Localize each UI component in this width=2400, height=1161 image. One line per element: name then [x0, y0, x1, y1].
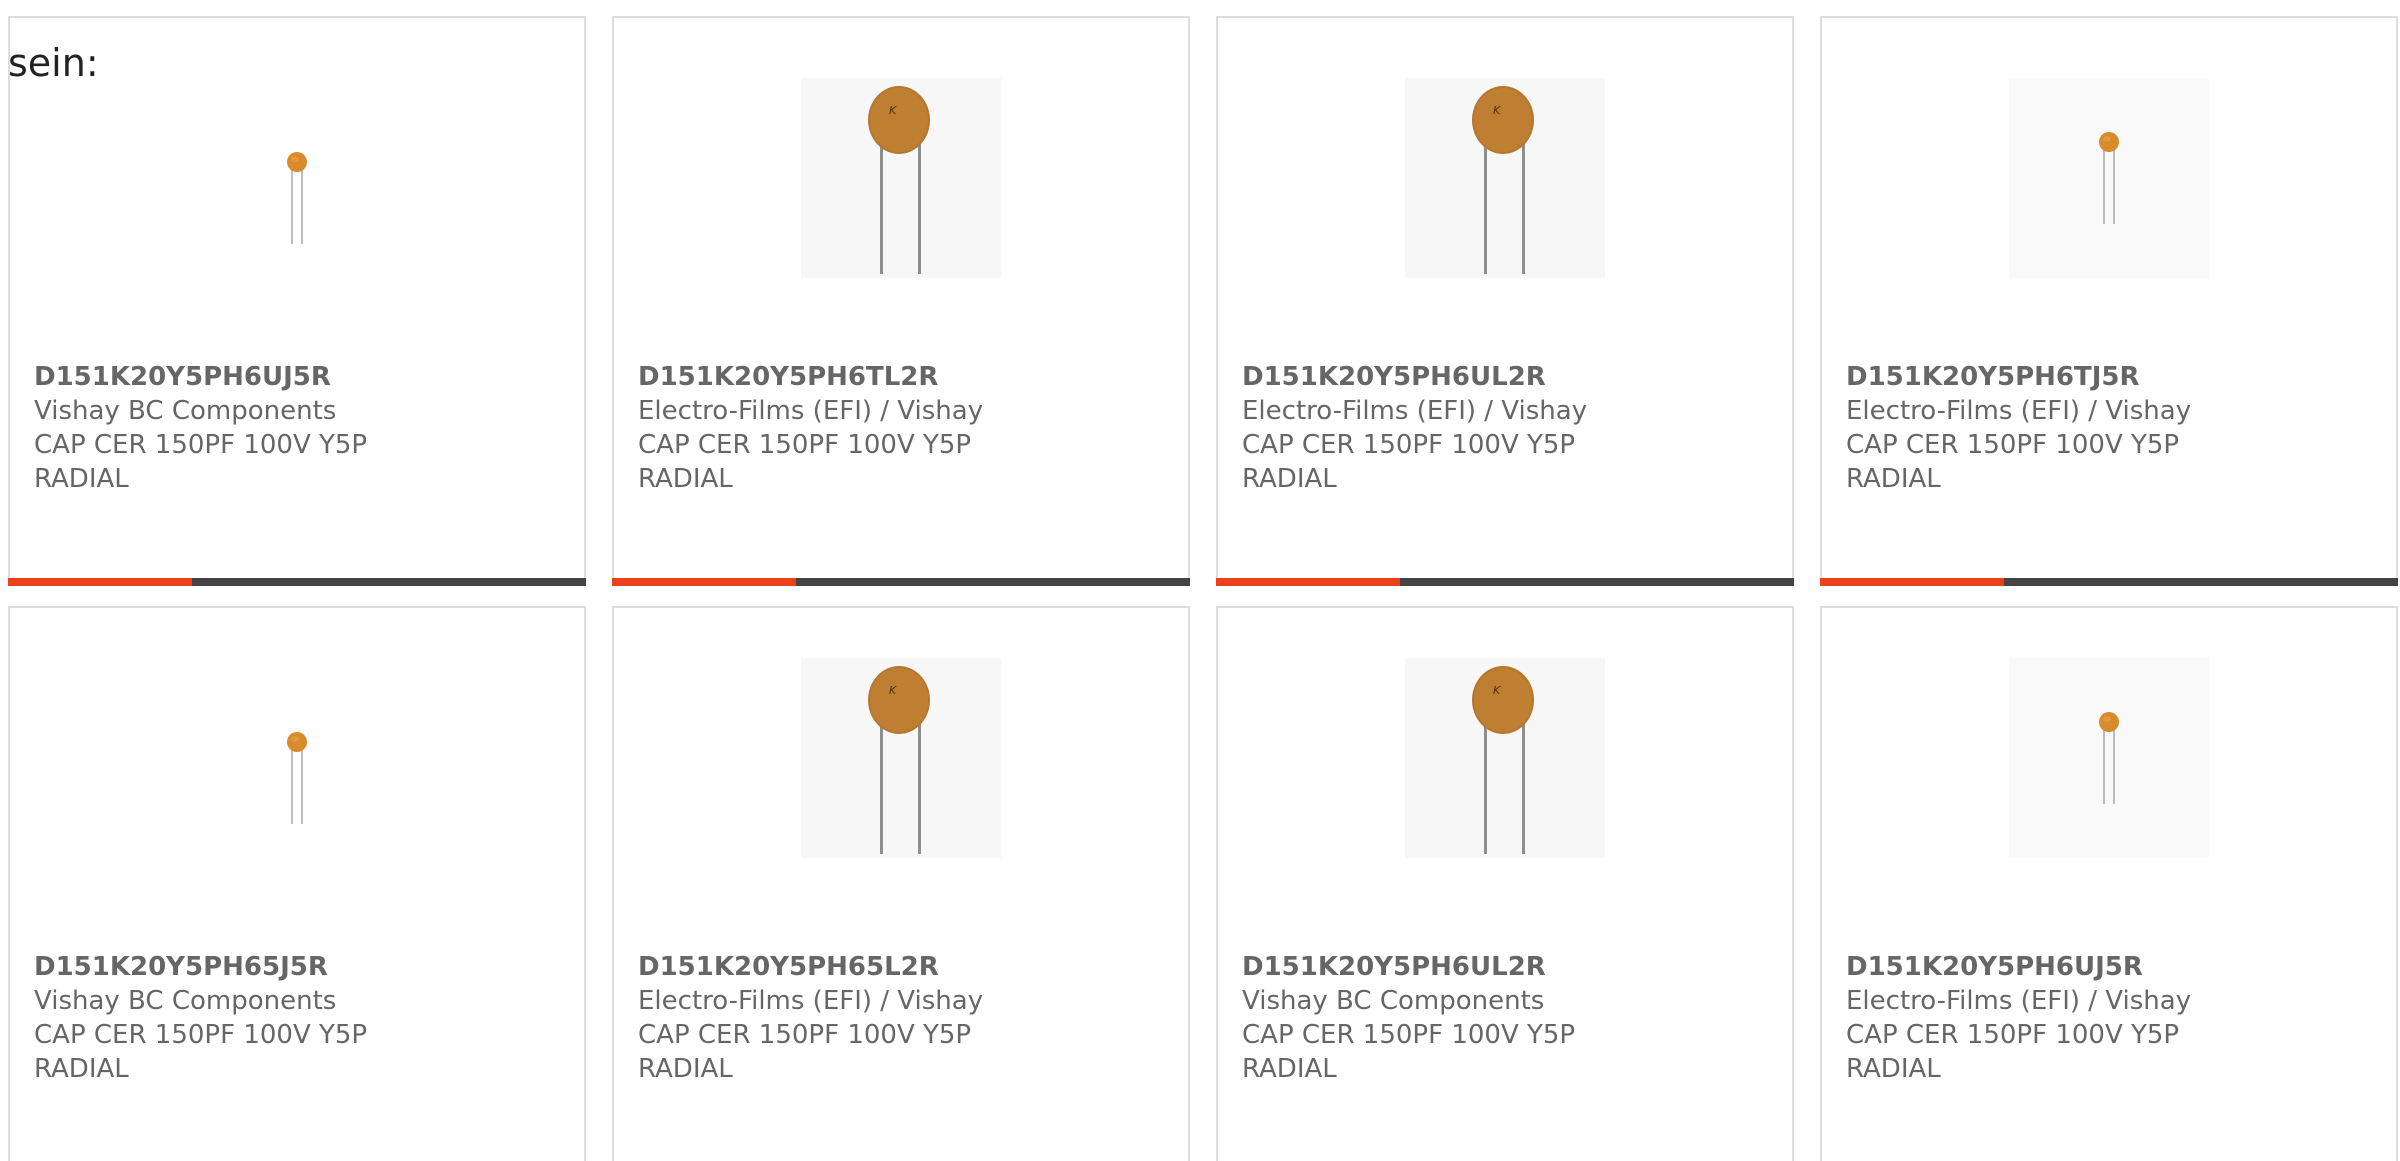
product-image[interactable]: [614, 78, 1188, 278]
product-image[interactable]: [1822, 78, 2396, 278]
description: CAP CER 150PF 100V Y5P: [638, 1020, 972, 1050]
small-capacitor-icon: [277, 728, 317, 848]
description: CAP CER 150PF 100V Y5P: [1846, 1020, 2180, 1050]
manufacturer: Electro-Films (EFI) / Vishay: [1242, 396, 1588, 426]
description-package: RADIAL: [638, 464, 733, 494]
small-capacitor-icon: [277, 148, 317, 268]
small-capacitor-icon: [2009, 658, 2209, 858]
product-card[interactable]: D151K20Y5PH6UJ5R Electro-Films (EFI) / V…: [1820, 606, 2398, 1161]
description-package: RADIAL: [1242, 464, 1337, 494]
description-package: RADIAL: [1846, 464, 1941, 494]
large-capacitor-icon: [801, 78, 1001, 278]
part-number[interactable]: D151K20Y5PH65L2R: [638, 950, 1168, 984]
large-capacitor-icon: [801, 658, 1001, 858]
product-image[interactable]: [1218, 668, 1792, 868]
manufacturer: Electro-Films (EFI) / Vishay: [638, 986, 984, 1016]
description: CAP CER 150PF 100V Y5P: [1242, 430, 1576, 460]
manufacturer: Electro-Films (EFI) / Vishay: [1846, 396, 2192, 426]
description: CAP CER 150PF 100V Y5P: [1242, 1020, 1576, 1050]
manufacturer: Electro-Films (EFI) / Vishay: [1846, 986, 2192, 1016]
product-grid: D151K20Y5PH6UJ5R Vishay BC Components CA…: [8, 16, 2400, 1161]
card-bottom-bar: [1820, 578, 2398, 586]
product-image[interactable]: [1218, 78, 1792, 278]
part-number[interactable]: D151K20Y5PH6UJ5R: [34, 360, 564, 394]
product-image[interactable]: [10, 668, 584, 868]
product-image[interactable]: [1822, 658, 2396, 868]
product-card[interactable]: D151K20Y5PH6UJ5R Vishay BC Components CA…: [8, 16, 586, 586]
description: CAP CER 150PF 100V Y5P: [34, 1020, 368, 1050]
description: CAP CER 150PF 100V Y5P: [34, 430, 368, 460]
card-bottom-bar: [1216, 578, 1794, 586]
part-number[interactable]: D151K20Y5PH6UJ5R: [1846, 950, 2376, 984]
part-number[interactable]: D151K20Y5PH6TJ5R: [1846, 360, 2376, 394]
description-package: RADIAL: [1242, 1054, 1337, 1084]
part-number[interactable]: D151K20Y5PH6TL2R: [638, 360, 1168, 394]
part-number[interactable]: D151K20Y5PH65J5R: [34, 950, 564, 984]
description-package: RADIAL: [34, 464, 129, 494]
product-card[interactable]: D151K20Y5PH6TL2R Electro-Films (EFI) / V…: [612, 16, 1190, 586]
small-capacitor-icon: [2009, 78, 2209, 278]
large-capacitor-icon: [1405, 658, 1605, 858]
description: CAP CER 150PF 100V Y5P: [638, 430, 972, 460]
manufacturer: Vishay BC Components: [34, 986, 337, 1016]
large-capacitor-icon: [1405, 78, 1605, 278]
card-bottom-bar: [8, 578, 586, 586]
product-card[interactable]: D151K20Y5PH65L2R Electro-Films (EFI) / V…: [612, 606, 1190, 1161]
description-package: RADIAL: [1846, 1054, 1941, 1084]
product-card[interactable]: D151K20Y5PH6UL2R Electro-Films (EFI) / V…: [1216, 16, 1794, 586]
manufacturer: Electro-Films (EFI) / Vishay: [638, 396, 984, 426]
part-number[interactable]: D151K20Y5PH6UL2R: [1242, 950, 1772, 984]
card-bottom-bar: [612, 578, 1190, 586]
page: sein: D151K20Y5PH6UJ5R Vishay BC Compone…: [0, 0, 2400, 1161]
description: CAP CER 150PF 100V Y5P: [1846, 430, 2180, 460]
product-card[interactable]: D151K20Y5PH6UL2R Vishay BC Components CA…: [1216, 606, 1794, 1161]
product-card[interactable]: D151K20Y5PH65J5R Vishay BC Components CA…: [8, 606, 586, 1161]
description-package: RADIAL: [638, 1054, 733, 1084]
product-image[interactable]: [10, 78, 584, 278]
product-card[interactable]: D151K20Y5PH6TJ5R Electro-Films (EFI) / V…: [1820, 16, 2398, 586]
lead-text: sein:: [8, 41, 99, 85]
manufacturer: Vishay BC Components: [1242, 986, 1545, 1016]
product-image[interactable]: [614, 668, 1188, 868]
part-number[interactable]: D151K20Y5PH6UL2R: [1242, 360, 1772, 394]
manufacturer: Vishay BC Components: [34, 396, 337, 426]
description-package: RADIAL: [34, 1054, 129, 1084]
